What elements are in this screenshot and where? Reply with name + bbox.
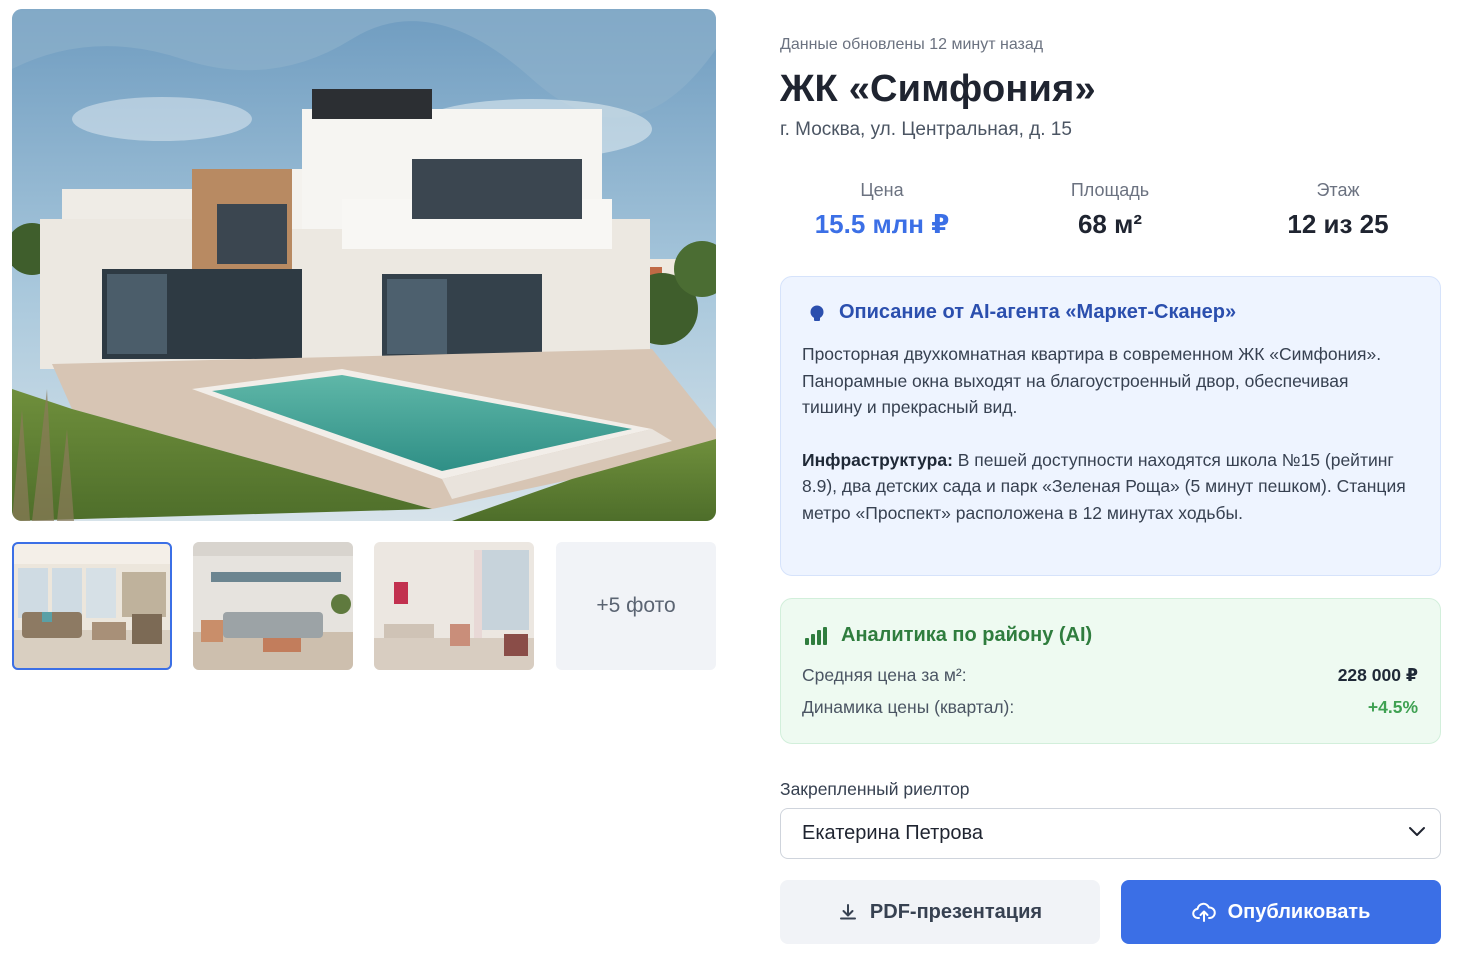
floor-label: Этаж bbox=[1316, 180, 1360, 200]
infrastructure-label: Инфраструктура: bbox=[802, 449, 953, 470]
stat-floor: Этаж 12 из 25 bbox=[1228, 180, 1448, 240]
analytics-header: Аналитика по району (AI) bbox=[805, 624, 1092, 647]
living-room-image bbox=[12, 542, 172, 670]
bar-chart-icon bbox=[805, 626, 827, 645]
analytics-card: Аналитика по району (AI) Средняя цена за… bbox=[780, 598, 1441, 744]
lightbulb-icon bbox=[810, 305, 824, 321]
floor-value: 12 из 25 bbox=[1287, 209, 1389, 239]
area-label: Площадь bbox=[1070, 180, 1150, 200]
analytics-row-price-change: Динамика цены (квартал): +4.5% bbox=[802, 697, 1418, 718]
price-change-label: Динамика цены (квартал): bbox=[802, 697, 1015, 717]
avg-price-value: 228 000 ₽ bbox=[1337, 665, 1418, 685]
updated-text: Данные обновлены 12 минут назад bbox=[780, 36, 1044, 53]
living-room-image bbox=[193, 542, 353, 670]
download-icon bbox=[839, 904, 856, 920]
price-label: Цена bbox=[860, 180, 904, 200]
stats-row: Цена 15.5 млн ₽ Площадь 68 м² Этаж 12 из… bbox=[780, 180, 1440, 250]
chevron-down-icon bbox=[1409, 827, 1425, 836]
infrastructure-paragraph: Инфраструктура: В пешей доступности нахо… bbox=[802, 447, 1412, 527]
more-photos-button[interactable]: +5 фото bbox=[556, 542, 716, 670]
pdf-presentation-button[interactable]: PDF-презентация bbox=[780, 880, 1100, 944]
thumbnail-2[interactable] bbox=[193, 542, 353, 670]
publish-label: Опубликовать bbox=[1227, 900, 1371, 923]
area-value: 68 м² bbox=[1077, 209, 1143, 239]
stat-area: Площадь 68 м² bbox=[1000, 180, 1220, 240]
bedroom-image bbox=[374, 542, 534, 670]
price-value: 15.5 млн ₽ bbox=[814, 209, 950, 239]
analytics-row-avg-price: Средняя цена за м²: 228 000 ₽ bbox=[802, 665, 1418, 686]
publish-button[interactable]: Опубликовать bbox=[1121, 880, 1441, 944]
price-change-value: +4.5% bbox=[1367, 697, 1418, 717]
ai-description-title: Описание от AI-агента «Маркет-Сканер» bbox=[839, 301, 1237, 323]
more-photos-label: +5 фото bbox=[596, 594, 676, 617]
ai-description-paragraph: Просторная двухкомнатная квартира в совр… bbox=[802, 344, 1382, 417]
ai-description-card: Описание от AI-агента «Маркет-Сканер» Пр… bbox=[780, 276, 1441, 576]
analytics-title: Аналитика по району (AI) bbox=[841, 624, 1093, 646]
avg-price-label: Средняя цена за м²: bbox=[802, 665, 967, 685]
realtor-select[interactable]: Екатерина Петрова bbox=[780, 808, 1441, 859]
ai-description-header: Описание от AI-агента «Маркет-Сканер» bbox=[807, 301, 1236, 324]
ai-description-body: Просторная двухкомнатная квартира в совр… bbox=[802, 341, 1412, 526]
thumbnail-3[interactable] bbox=[374, 542, 534, 670]
page-title: ЖК «Симфония» bbox=[780, 68, 1096, 110]
address: г. Москва, ул. Центральная, д. 15 bbox=[780, 119, 1072, 140]
main-photo[interactable] bbox=[12, 9, 716, 521]
villa-image bbox=[12, 9, 716, 521]
pdf-presentation-label: PDF-презентация bbox=[869, 900, 1043, 923]
thumbnail-1[interactable] bbox=[12, 542, 172, 670]
realtor-label: Закрепленный риелтор bbox=[780, 779, 970, 799]
cloud-upload-icon bbox=[1191, 902, 1216, 922]
realtor-selected-value: Екатерина Петрова bbox=[802, 822, 984, 844]
stat-price: Цена 15.5 млн ₽ bbox=[772, 180, 992, 240]
